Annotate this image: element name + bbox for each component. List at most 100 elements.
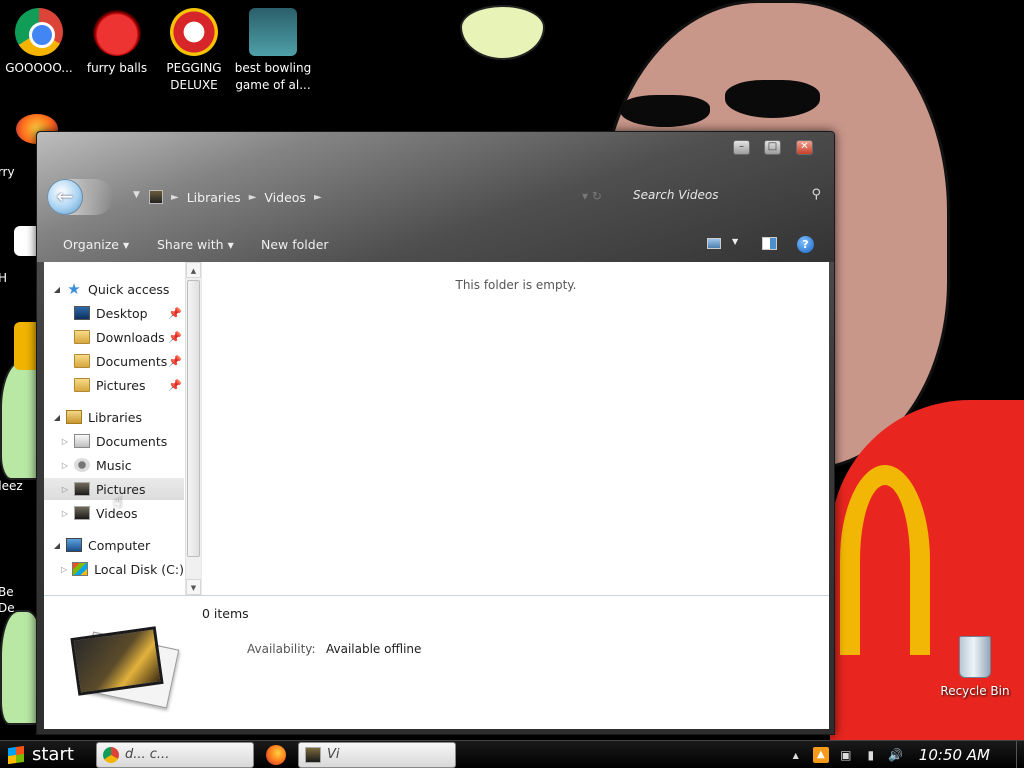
maximize-button[interactable]: □ (764, 140, 781, 155)
mouse-cursor-icon: ☝ (113, 492, 123, 511)
collapse-arrow-icon[interactable]: ▷ (60, 509, 70, 518)
show-desktop-button[interactable] (1016, 741, 1024, 768)
back-button[interactable]: ← (47, 179, 113, 215)
desktop-icon-pegging-deluxe[interactable]: PEGGING DELUXE (155, 8, 233, 94)
refresh-icon[interactable]: ▾ ↻ (582, 189, 602, 203)
explorer-icon (305, 747, 321, 763)
pin-icon[interactable]: 📌 (168, 379, 182, 392)
tree-item-label: Music (96, 457, 132, 473)
pin-icon[interactable]: 📌 (168, 355, 182, 368)
breadcrumb-item-videos[interactable]: Videos (264, 190, 306, 205)
downloads-folder-icon (74, 330, 90, 344)
pin-icon[interactable]: 📌 (168, 307, 182, 320)
volume-icon[interactable]: 🔊 (888, 747, 904, 763)
furry-balls-icon (93, 8, 141, 56)
power-icon[interactable]: ▮ (863, 747, 879, 763)
share-with-button[interactable]: Share with ▼ (157, 237, 234, 252)
scroll-down-icon[interactable]: ▼ (186, 579, 201, 595)
search-box[interactable]: ⚲ (623, 184, 823, 206)
collapse-arrow-icon[interactable]: ▷ (60, 437, 70, 446)
desktop-icon-chrome[interactable]: GOOOOO... (0, 8, 78, 77)
taskbar-button-explorer[interactable]: Vi (298, 742, 456, 768)
taskbar-clock[interactable]: 10:50 AM (919, 746, 990, 764)
change-view-icon[interactable] (707, 238, 721, 249)
preview-pane-icon[interactable] (762, 237, 777, 250)
collapse-arrow-icon[interactable]: ▷ (60, 461, 70, 470)
new-folder-button[interactable]: New folder (261, 237, 329, 252)
expand-arrow-icon[interactable]: ◢ (52, 285, 62, 294)
collapse-arrow-icon[interactable]: ▷ (60, 565, 68, 574)
breadcrumb-item-libraries[interactable]: Libraries (187, 190, 241, 205)
scrollbar-thumb[interactable] (187, 280, 200, 557)
videos-library-icon (74, 506, 90, 520)
share-with-label: Share with (157, 237, 224, 252)
tree-item-downloads[interactable]: Downloads 📌 (44, 326, 184, 348)
firefox-icon[interactable] (266, 745, 286, 765)
empty-folder-message: This folder is empty. (455, 278, 577, 292)
search-input[interactable] (623, 184, 823, 206)
libraries-icon (66, 410, 82, 424)
chevron-right-icon[interactable]: ► (314, 192, 322, 203)
app-tray-icon[interactable]: ▲ (812, 747, 829, 763)
film-strip-icon (70, 626, 164, 696)
desktop-icon-partial-h[interactable]: H (0, 270, 38, 287)
tree-item-libraries[interactable]: ◢ Libraries (44, 406, 184, 428)
music-library-icon (74, 458, 90, 472)
tree-item-lib-documents[interactable]: ▷ Documents (44, 430, 184, 452)
wallpaper-golden-arch (840, 465, 930, 655)
network-icon[interactable]: ▣ (838, 747, 854, 763)
navigation-pane[interactable]: ◢ ★ Quick access Desktop 📌 Downloads 📌 D… (44, 262, 201, 595)
desktop-icon-label: Recycle Bin (940, 684, 1010, 698)
nav-pane-scrollbar[interactable]: ▲ ▼ (185, 262, 201, 595)
availability-value: Available offline (326, 642, 422, 656)
organize-button[interactable]: Organize ▼ (63, 237, 129, 252)
collapse-arrow-icon[interactable]: ▷ (60, 485, 70, 494)
desktop-icon-label: Be (0, 585, 14, 599)
breadcrumb[interactable]: ► Libraries ► Videos ► (149, 186, 322, 208)
item-count: 0 items (202, 606, 249, 621)
close-button[interactable]: ✕ (796, 140, 813, 155)
desktop-icon-partial-be[interactable]: Be (0, 584, 38, 601)
taskbar-button-label: d... c... (125, 747, 170, 762)
chevron-right-icon[interactable]: ► (249, 192, 257, 203)
help-icon[interactable]: ? (797, 236, 814, 253)
pin-icon[interactable]: 📌 (168, 331, 182, 344)
desktop-icon-label: H (0, 271, 8, 285)
taskbar-button-chrome[interactable]: d... c... (96, 742, 254, 768)
tree-item-desktop[interactable]: Desktop 📌 (44, 302, 184, 324)
tree-item-computer[interactable]: ◢ Computer (44, 534, 184, 556)
local-disk-icon (72, 562, 89, 576)
tree-item-label: Computer (88, 537, 151, 553)
show-hidden-icons-icon[interactable]: ▲ (793, 751, 799, 760)
tree-item-local-disk[interactable]: ▷ Local Disk (C:) (44, 558, 184, 580)
start-button[interactable]: start (2, 742, 84, 768)
desktop-icon-label: PEGGING DELUXE (166, 61, 222, 92)
recycle-bin-icon (959, 636, 991, 678)
desktop-icon-partial-furry[interactable]: furry (0, 164, 36, 181)
tree-item-pictures[interactable]: Pictures 📌 (44, 374, 184, 396)
tree-item-label: Documents (96, 353, 168, 369)
tree-item-quick-access[interactable]: ◢ ★ Quick access (44, 278, 184, 300)
recent-locations-dropdown[interactable]: ▼ (133, 190, 140, 200)
desktop-icon-furry-balls[interactable]: furry balls (78, 8, 156, 77)
tree-item-label: Documents (96, 433, 168, 449)
chevron-down-icon[interactable]: ▼ (732, 237, 738, 246)
desktop-icon-bowling[interactable]: best bowling game of al... (234, 8, 312, 94)
scroll-up-icon[interactable]: ▲ (186, 262, 201, 278)
tree-item-label: Local Disk (C:) (94, 561, 184, 577)
desktop-icon-recycle-bin[interactable]: Recycle Bin (937, 636, 1013, 698)
desktop-icon-partial-de[interactable]: De (0, 600, 38, 617)
chevron-right-icon[interactable]: ► (171, 192, 179, 203)
explorer-window: – □ ✕ ← ▼ ► Libraries ► Videos ► ▾ ↻ ⚲ O… (36, 131, 835, 735)
minimize-button[interactable]: – (733, 140, 750, 155)
expand-arrow-icon[interactable]: ◢ (52, 413, 62, 422)
tree-item-lib-music[interactable]: ▷ Music (44, 454, 184, 476)
file-list-pane[interactable]: This folder is empty. (201, 262, 829, 595)
star-icon: ★ (67, 280, 81, 298)
system-tray: ▲ ▲ ▣ ▮ 🔊 10:50 AM (793, 741, 1024, 768)
search-icon[interactable]: ⚲ (811, 187, 821, 202)
tree-item-label: Downloads (96, 329, 165, 345)
expand-arrow-icon[interactable]: ◢ (52, 541, 62, 550)
chrome-icon (15, 8, 63, 56)
tree-item-documents[interactable]: Documents 📌 (44, 350, 184, 372)
